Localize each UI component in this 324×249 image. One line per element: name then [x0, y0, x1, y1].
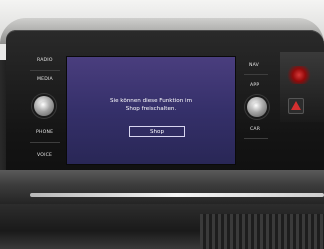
radio-button[interactable]: RADIO [37, 58, 53, 63]
knob-center [252, 102, 262, 112]
touch-screen[interactable]: Sie können diese Funktion im Shop freisc… [67, 57, 235, 164]
knob-center [39, 101, 49, 111]
warning-light-glow [286, 66, 312, 84]
message-line-2: Shop freischalten. [125, 106, 177, 112]
car-button[interactable]: CAR [250, 127, 260, 132]
divider [244, 74, 268, 75]
divider [30, 70, 60, 71]
air-vent [200, 214, 324, 249]
shop-button[interactable]: Shop [129, 126, 185, 137]
message-line-1: Sie können diese Funktion im [109, 98, 193, 104]
divider [30, 142, 60, 143]
chrome-strip [30, 193, 324, 197]
volume-knob-icon[interactable] [34, 96, 54, 116]
phone-button[interactable]: PHONE [36, 130, 53, 135]
lower-dash-trim [0, 170, 324, 206]
voice-button[interactable]: VOICE [37, 153, 52, 158]
nav-button[interactable]: NAV [249, 63, 259, 68]
hazard-button[interactable] [288, 98, 304, 114]
app-button[interactable]: APP [250, 83, 259, 88]
unlock-message: Sie können diese Funktion im Shop freisc… [67, 97, 235, 113]
divider [244, 138, 268, 139]
tune-knob-icon[interactable] [247, 97, 267, 117]
hazard-triangle-icon [291, 101, 301, 110]
media-button[interactable]: MEDIA [37, 77, 53, 82]
